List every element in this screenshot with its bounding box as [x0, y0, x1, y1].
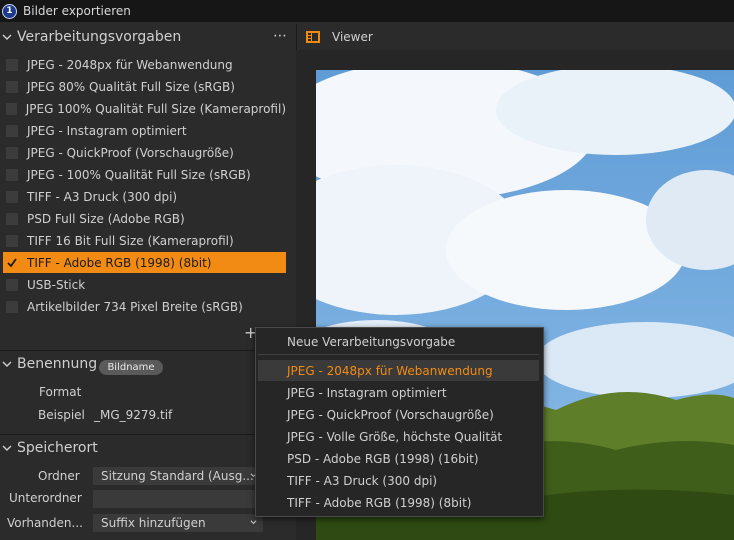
subfolder-label: Unterordner: [9, 491, 82, 505]
viewer-header: Viewer: [296, 24, 734, 50]
preset-item[interactable]: TIFF - A3 Druck (300 dpi): [3, 186, 286, 207]
chevron-down-icon: [2, 34, 12, 40]
example-label: Beispiel: [38, 408, 85, 422]
checkbox[interactable]: [6, 168, 18, 181]
menu-item-preset[interactable]: PSD - Adobe RGB (1998) (16bit): [258, 448, 539, 469]
chevron-down-icon: [2, 361, 12, 367]
add-preset-menu: Neue Verarbeitungsvorgabe JPEG - 2048px …: [255, 327, 544, 517]
left-panel: Verarbeitungsvorgaben ⋯ JPEG - 2048px fü…: [0, 24, 294, 540]
preset-item[interactable]: JPEG - 2048px für Webanwendung: [3, 54, 286, 75]
preset-item[interactable]: JPEG - Instagram optimiert: [3, 120, 286, 141]
menu-item-preset[interactable]: JPEG - Volle Größe, höchste Qualität: [258, 426, 539, 447]
menu-item-preset[interactable]: TIFF - A3 Druck (300 dpi): [258, 470, 539, 491]
checkbox[interactable]: [6, 146, 18, 159]
checkbox[interactable]: [6, 58, 18, 71]
preset-item[interactable]: JPEG 100% Qualität Full Size (Kameraprof…: [3, 98, 286, 119]
menu-divider: [258, 354, 539, 355]
preset-item-selected[interactable]: TIFF - Adobe RGB (1998) (8bit): [3, 252, 286, 273]
menu-item-preset[interactable]: JPEG - 2048px für Webanwendung: [258, 360, 539, 381]
checkmark-icon: [7, 257, 17, 267]
checkbox[interactable]: [6, 300, 18, 313]
preset-item[interactable]: PSD Full Size (Adobe RGB): [3, 208, 286, 229]
menu-item-new-preset[interactable]: Neue Verarbeitungsvorgabe: [258, 331, 539, 352]
checkbox[interactable]: [6, 80, 18, 93]
app-logo-icon: 1: [2, 3, 17, 19]
existing-files-select[interactable]: Suffix hinzufügen: [93, 514, 263, 532]
checkbox[interactable]: [6, 278, 18, 291]
viewer-title: Viewer: [332, 30, 373, 44]
preset-item[interactable]: Artikelbilder 734 Pixel Breite (sRGB): [3, 296, 286, 317]
checkbox[interactable]: [6, 102, 17, 115]
title-bar: 1 Bilder exportieren: [0, 0, 734, 22]
folder-label: Ordner: [38, 469, 80, 483]
location-section-title: Speicherort: [17, 440, 98, 456]
preset-item[interactable]: JPEG - QuickProof (Vorschaugröße): [3, 142, 286, 163]
window-title: Bilder exportieren: [23, 4, 131, 18]
viewer-icon: [306, 31, 320, 43]
processing-section-header[interactable]: Verarbeitungsvorgaben ⋯: [0, 24, 294, 50]
menu-item-preset[interactable]: JPEG - QuickProof (Vorschaugröße): [258, 404, 539, 425]
checkbox[interactable]: [6, 190, 18, 203]
example-value: _MG_9279.tif: [94, 408, 173, 422]
location-section-header[interactable]: Speicherort: [0, 434, 294, 461]
chevron-down-icon: [250, 520, 257, 525]
menu-item-preset[interactable]: TIFF - Adobe RGB (1998) (8bit): [258, 492, 539, 513]
existing-files-label: Vorhanden...: [7, 516, 83, 530]
checkbox[interactable]: [6, 234, 18, 247]
format-label: Format: [39, 385, 82, 399]
preset-item[interactable]: JPEG - 100% Qualität Full Size (sRGB): [3, 164, 286, 185]
naming-section-title: Benennung: [17, 356, 98, 372]
folder-select[interactable]: Sitzung Standard (Ausg...: [93, 467, 263, 485]
checkbox[interactable]: [6, 124, 18, 137]
processing-section-title: Verarbeitungsvorgaben: [17, 29, 182, 45]
format-token[interactable]: Bildname: [99, 360, 163, 375]
preset-item[interactable]: USB-Stick: [3, 274, 286, 295]
checkbox[interactable]: [6, 212, 18, 225]
preset-item[interactable]: JPEG 80% Qualität Full Size (sRGB): [3, 76, 286, 97]
chevron-down-icon: [2, 445, 12, 451]
preset-item[interactable]: TIFF 16 Bit Full Size (Kameraprofil): [3, 230, 286, 251]
subfolder-input[interactable]: [93, 490, 263, 508]
menu-item-preset[interactable]: JPEG - Instagram optimiert: [258, 382, 539, 403]
checkbox-checked[interactable]: [6, 257, 18, 269]
more-options-icon[interactable]: ⋯: [273, 28, 288, 44]
